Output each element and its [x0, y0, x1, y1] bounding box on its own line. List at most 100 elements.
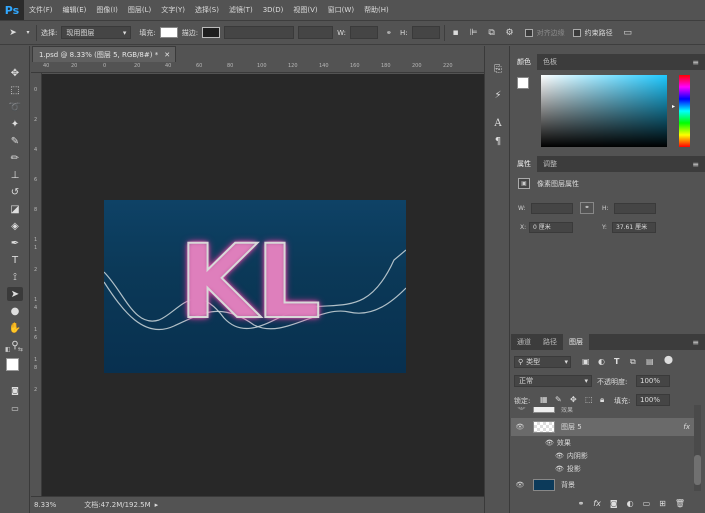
layer-row-partial[interactable]: 👁︎ 效果: [511, 407, 694, 416]
link-icon[interactable]: ⚭: [578, 499, 585, 508]
paint-bucket-tool-icon[interactable]: ◈: [7, 219, 23, 233]
document-canvas[interactable]: KL: [104, 200, 406, 373]
settings-gear-icon[interactable]: ⚙: [503, 26, 517, 40]
document-tab[interactable]: 1.psd @ 8.33% (图层 5, RGB/8#) * ✕: [32, 46, 176, 62]
panel-menu-icon[interactable]: ≡: [692, 338, 699, 347]
tab-adjustments[interactable]: 调整: [537, 156, 563, 172]
trash-icon[interactable]: 🗑︎: [675, 499, 685, 508]
history-brush-tool-icon[interactable]: ↺: [7, 185, 23, 199]
tab-properties[interactable]: 属性: [511, 156, 537, 172]
zoom-level[interactable]: 8.33%: [34, 501, 56, 509]
hand-tool-icon[interactable]: ✋: [7, 321, 23, 335]
path-operations-icon[interactable]: ▪: [449, 26, 463, 40]
prop-width-field[interactable]: [531, 203, 573, 214]
eye-icon[interactable]: 👁︎: [517, 407, 526, 411]
clone-stamp-tool-icon[interactable]: ⊥: [7, 168, 23, 182]
path-select-tool-icon[interactable]: ➤: [6, 26, 20, 40]
prop-y-field[interactable]: 37.61 厘米: [612, 222, 656, 233]
filter-type-icon[interactable]: T: [614, 357, 619, 366]
stroke-width-field[interactable]: [224, 26, 295, 39]
panel-menu-icon[interactable]: ≡: [692, 160, 699, 169]
eye-icon[interactable]: 👁︎: [555, 452, 564, 460]
lock-brush-icon[interactable]: ✎: [555, 395, 562, 404]
magic-wand-tool-icon[interactable]: ✦: [7, 117, 23, 131]
screen-mode-icon[interactable]: ▭: [7, 401, 23, 415]
layer-kind-filter[interactable]: ⚲ 类型 ▾: [514, 356, 571, 368]
swap-colors-icon[interactable]: ⇆: [18, 346, 23, 353]
hue-slider[interactable]: [679, 75, 690, 147]
tab-channels[interactable]: 通道: [511, 334, 537, 350]
lock-position-icon[interactable]: ✥: [570, 395, 577, 404]
default-colors-icon[interactable]: ◧: [5, 346, 11, 353]
brush-tool-icon[interactable]: ✏: [7, 151, 23, 165]
tab-paths[interactable]: 路径: [537, 334, 563, 350]
menu-image[interactable]: 图像(I): [91, 5, 123, 15]
ruler-top[interactable]: 40 20 0 20 40 60 80 100 120 140 160 180 …: [31, 62, 484, 73]
ellipse-tool-icon[interactable]: ●: [7, 304, 23, 318]
eye-icon[interactable]: 👁︎: [555, 465, 564, 473]
move-tool-icon[interactable]: ✥: [7, 66, 23, 80]
align-edges-checkbox[interactable]: [524, 28, 533, 37]
actions-panel-icon[interactable]: ⚡: [490, 88, 506, 102]
opacity-field[interactable]: 100%: [636, 375, 670, 387]
path-arrangement-icon[interactable]: ⧉: [485, 26, 499, 40]
stroke-type-dropdown[interactable]: [298, 26, 334, 39]
new-layer-icon[interactable]: ⊞: [659, 499, 666, 508]
chevron-down-icon[interactable]: ▾: [24, 26, 32, 40]
foreground-color-swatch[interactable]: [517, 77, 529, 89]
menu-help[interactable]: 帮助(H): [359, 5, 394, 15]
path-alignment-icon[interactable]: ⊫: [467, 26, 481, 40]
eraser-tool-icon[interactable]: ◪: [7, 202, 23, 216]
document-info[interactable]: 文档:47.2M/192.5M: [84, 500, 150, 510]
panel-menu-icon[interactable]: ≡: [692, 58, 699, 67]
constrain-path-checkbox[interactable]: [572, 28, 581, 37]
paragraph-panel-icon[interactable]: ¶: [490, 134, 506, 148]
ruler-left[interactable]: 0 2 4 6 8 1 1 2 1 4 1 6 1 8 2: [31, 73, 42, 496]
blend-mode-dropdown[interactable]: 正常 ▾: [514, 375, 592, 387]
fill-field[interactable]: 100%: [636, 394, 670, 406]
close-icon[interactable]: ✕: [164, 51, 170, 59]
menu-select[interactable]: 选择(S): [190, 5, 224, 15]
adjustment-icon[interactable]: ◐: [627, 499, 634, 508]
lock-transparent-icon[interactable]: ▦: [540, 395, 548, 404]
stroke-swatch[interactable]: [202, 27, 221, 38]
marquee-tool-icon[interactable]: ⬚: [7, 83, 23, 97]
tab-layers[interactable]: 图层: [563, 334, 589, 350]
menu-window[interactable]: 窗口(W): [323, 5, 359, 15]
height-field[interactable]: [411, 26, 440, 39]
tab-swatches[interactable]: 色板: [537, 54, 563, 70]
filter-adjustment-icon[interactable]: ◐: [598, 357, 605, 366]
lasso-tool-icon[interactable]: ➰: [7, 100, 23, 114]
fill-swatch[interactable]: [159, 27, 178, 38]
pen-tool-icon[interactable]: ✒: [7, 236, 23, 250]
layers-scrollbar-thumb[interactable]: [694, 455, 701, 485]
workspace-icon[interactable]: ▭: [621, 26, 635, 40]
eyedropper-tool-icon[interactable]: ✎: [7, 134, 23, 148]
hue-slider-handle[interactable]: ▸: [672, 103, 675, 110]
lock-artboard-icon[interactable]: ⬚: [585, 395, 593, 404]
pen-anchor-tool-icon[interactable]: ⟟: [7, 270, 23, 284]
tab-color[interactable]: 颜色: [511, 54, 537, 70]
menu-3d[interactable]: 3D(D): [258, 6, 289, 14]
link-icon[interactable]: ⚭: [382, 26, 396, 40]
menu-edit[interactable]: 编辑(E): [58, 5, 92, 15]
foreground-color-swatch[interactable]: [6, 358, 19, 371]
eye-icon[interactable]: 👁︎: [515, 481, 525, 489]
group-icon[interactable]: ▭: [643, 499, 651, 508]
width-field[interactable]: [349, 26, 378, 39]
fx-badge[interactable]: fx: [683, 423, 690, 431]
select-dropdown[interactable]: 现用图层 ▾: [61, 26, 132, 39]
filter-pixel-icon[interactable]: ▣: [582, 357, 590, 366]
mask-icon[interactable]: ◙: [610, 499, 618, 508]
menu-view[interactable]: 视图(V): [288, 5, 322, 15]
prop-x-field[interactable]: 0 厘米: [529, 222, 573, 233]
menu-file[interactable]: 文件(F): [24, 5, 58, 15]
character-panel-icon[interactable]: A: [490, 116, 506, 130]
filter-toggle-icon[interactable]: ⬤: [664, 355, 673, 364]
lock-all-icon[interactable]: 🔒︎: [600, 395, 604, 405]
eye-icon[interactable]: 👁︎: [545, 439, 554, 447]
color-picker-field[interactable]: [541, 75, 667, 147]
quick-mask-icon[interactable]: ◙: [7, 383, 23, 397]
path-selection-tool-icon[interactable]: ➤: [7, 287, 23, 301]
history-panel-icon[interactable]: ⎘: [490, 62, 506, 76]
